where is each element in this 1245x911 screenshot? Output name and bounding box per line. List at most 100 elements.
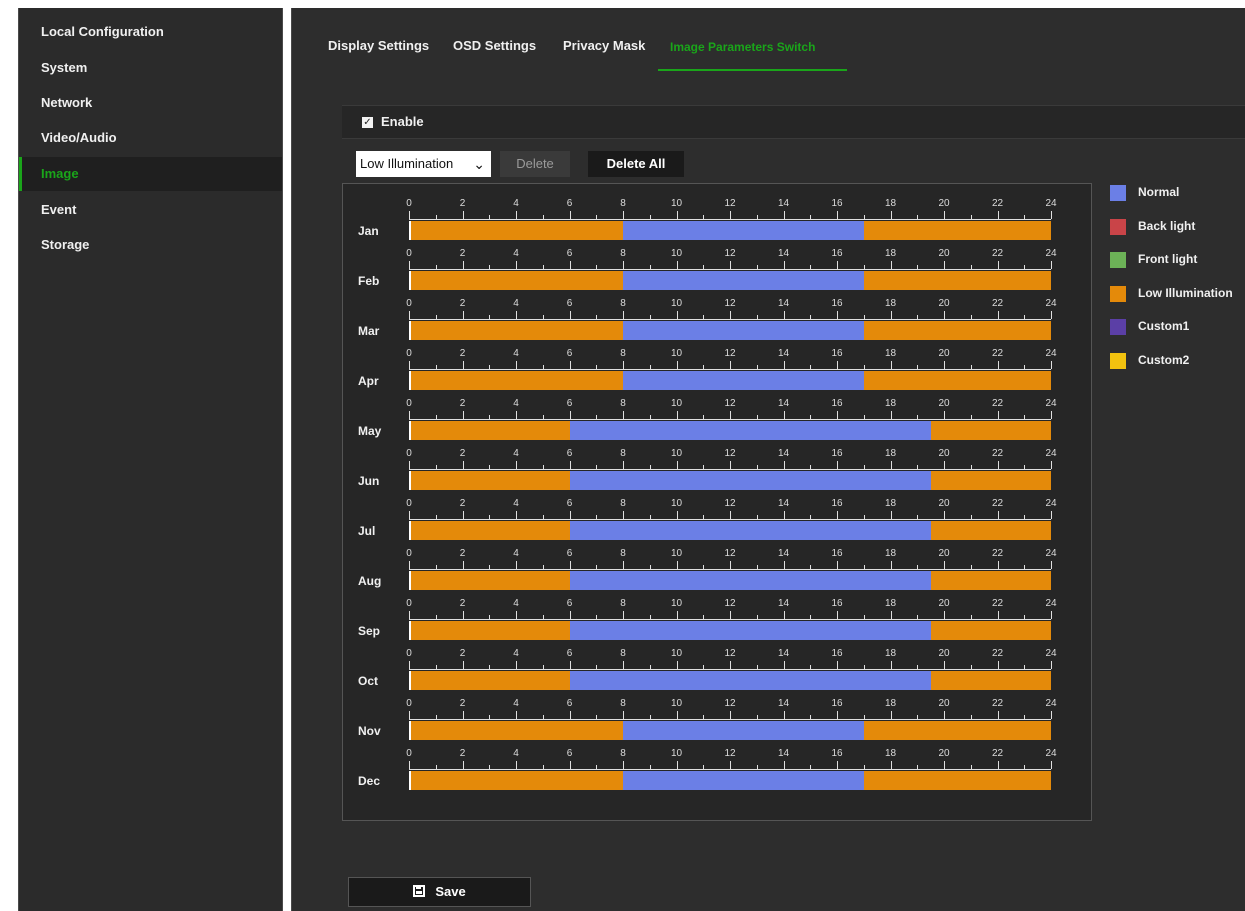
tab-display-settings[interactable]: Display Settings [328,38,429,72]
sidebar-item-system[interactable]: System [19,51,282,85]
schedule-segment[interactable] [863,321,1051,340]
hour-tick-label: 14 [777,698,790,709]
sidebar-item-event[interactable]: Event [19,193,282,227]
hour-tick-mark [944,361,945,369]
schedule-segment[interactable] [569,421,931,440]
legend-item[interactable]: Low Illumination [1110,284,1245,304]
legend-item[interactable]: Front light [1110,250,1245,270]
schedule-segment[interactable] [623,721,864,740]
schedule-segment[interactable] [930,471,1051,490]
schedule-segment[interactable] [409,271,623,290]
hour-tick-label: 8 [620,198,626,209]
hour-tick-mark [730,711,731,719]
hour-tick-label: 24 [1045,398,1057,409]
schedule-segment[interactable] [930,521,1051,540]
hour-tick-label: 12 [724,498,736,509]
hour-tick-mark [463,711,464,719]
mode-select[interactable]: Low Illumination ⌄ [356,151,491,177]
timeline-track[interactable] [409,221,1051,240]
hour-tick-label: 18 [884,298,897,309]
hour-tick-label: 16 [831,598,843,609]
schedule-segment[interactable] [569,471,931,490]
hour-tick-mark [837,461,838,469]
hour-tick-mark [784,661,785,669]
schedule-segment[interactable] [409,671,570,690]
save-button[interactable]: Save [348,877,531,907]
schedule-segment[interactable] [623,371,864,390]
tab-privacy-mask[interactable]: Privacy Mask [563,38,645,72]
schedule-segment[interactable] [930,421,1051,440]
hour-tick-mark [516,261,517,269]
hour-tick-label: 16 [831,298,843,309]
schedule-segment[interactable] [409,371,623,390]
legend-item[interactable]: Custom1 [1110,317,1245,337]
timeline-track[interactable] [409,771,1051,790]
schedule-segment[interactable] [623,771,864,790]
schedule-segment[interactable] [409,421,570,440]
timeline-track[interactable] [409,721,1051,740]
legend-item[interactable]: Back light [1110,217,1245,237]
hour-tick-mark [677,511,678,519]
timeline-track[interactable] [409,321,1051,340]
schedule-segment[interactable] [863,771,1051,790]
timeline-track[interactable] [409,571,1051,590]
schedule-segment[interactable] [623,271,864,290]
legend-swatch [1110,218,1126,235]
schedule-segment[interactable] [409,721,623,740]
delete-button[interactable]: Delete [500,151,570,177]
hour-tick-mark [677,611,678,619]
schedule-segment[interactable] [409,771,623,790]
schedule-segment[interactable] [863,221,1051,240]
hour-tick-label: 0 [406,398,412,409]
schedule-segment[interactable] [409,571,570,590]
hour-tick-label: 10 [670,248,683,259]
schedule-segment[interactable] [409,521,570,540]
timeline-track[interactable] [409,471,1051,490]
schedule-segment[interactable] [569,621,931,640]
timeline-track[interactable] [409,271,1051,290]
hour-tick-mark [409,311,410,319]
sidebar-item-image[interactable]: Image [19,157,282,191]
sidebar-item-local-configuration[interactable]: Local Configuration [19,15,282,49]
timeline-track[interactable] [409,621,1051,640]
sidebar-item-storage[interactable]: Storage [19,228,282,262]
sidebar-item-video-audio[interactable]: Video/Audio [19,121,282,155]
sidebar: Local Configuration System Network Video… [18,8,283,911]
sidebar-item-network[interactable]: Network [19,86,282,120]
timeline-track[interactable] [409,371,1051,390]
schedule-segment[interactable] [409,621,570,640]
hour-tick-label: 12 [724,448,736,459]
enable-checkbox[interactable]: ✓ [362,117,373,128]
hour-tick-label: 16 [831,398,843,409]
schedule-segment[interactable] [863,371,1051,390]
timeline-track[interactable] [409,671,1051,690]
hour-tick-label: 18 [884,498,897,509]
hour-tick-label: 14 [777,198,790,209]
legend-item[interactable]: Custom2 [1110,351,1245,371]
schedule-segment[interactable] [409,321,623,340]
schedule-segment[interactable] [930,671,1051,690]
schedule-segment[interactable] [623,321,864,340]
schedule-segment[interactable] [930,621,1051,640]
schedule-segment[interactable] [569,571,931,590]
schedule-segment[interactable] [930,571,1051,590]
schedule-segment[interactable] [863,271,1051,290]
timeline-track[interactable] [409,421,1051,440]
hour-tick-mark [623,661,624,669]
schedule-segment[interactable] [569,521,931,540]
timeline-track[interactable] [409,521,1051,540]
schedule-segment[interactable] [409,221,623,240]
timeline-start-marker [409,671,411,690]
schedule-segment[interactable] [623,221,864,240]
timeline-axis [409,469,1051,470]
delete-all-button[interactable]: Delete All [588,151,684,177]
hour-tick-mark [891,561,892,569]
hour-tick-mark [837,311,838,319]
schedule-segment[interactable] [409,471,570,490]
schedule-segment[interactable] [569,671,931,690]
hour-tick-label: 0 [406,348,412,359]
hour-tick-label: 22 [991,698,1004,709]
legend-item[interactable]: Normal [1110,183,1245,203]
tab-osd-settings[interactable]: OSD Settings [453,38,536,72]
schedule-segment[interactable] [863,721,1051,740]
